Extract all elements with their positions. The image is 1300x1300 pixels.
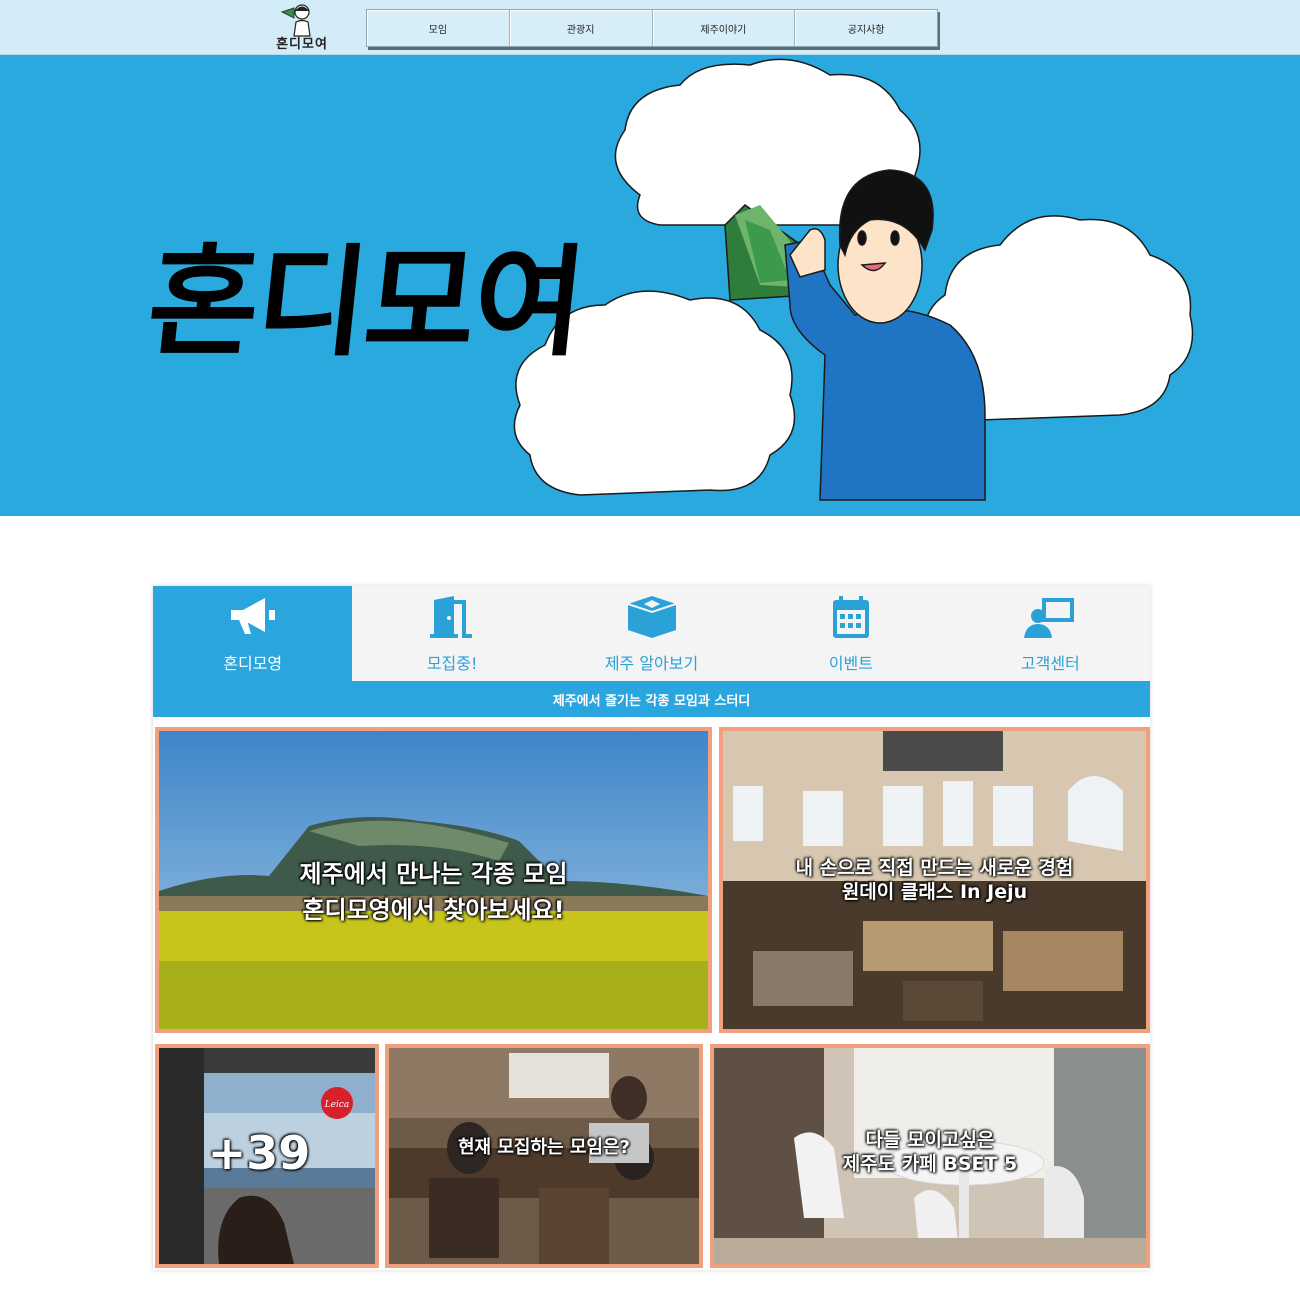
top-bar: 혼디모여 모임 관광지 제주이야기 공지사항 bbox=[0, 0, 1300, 55]
main-nav: 모임 관광지 제주이야기 공지사항 bbox=[366, 9, 938, 47]
category-tabs: 혼디모영 모집중! 제주 알아보기 이벤트 고객센터 bbox=[153, 586, 1150, 681]
card-caption: 내 손으로 직접 만드는 새로운 경험 bbox=[795, 857, 1074, 879]
tab-hondi-moyeong[interactable]: 혼디모영 bbox=[153, 586, 353, 681]
tab-label: 이벤트 bbox=[828, 654, 873, 673]
card-oneday-class[interactable]: 내 손으로 직접 만드는 새로운 경험 원데이 클래스 In Jeju bbox=[719, 727, 1150, 1033]
logo[interactable]: 혼디모여 bbox=[270, 2, 332, 52]
box-icon bbox=[627, 596, 676, 638]
card-jeju-cafe[interactable]: 다들 모이고싶은 제주도 카페 BSET 5 bbox=[710, 1044, 1150, 1268]
tab-explore-jeju[interactable]: 제주 알아보기 bbox=[552, 586, 751, 681]
hero-title: 혼디모여 bbox=[141, 232, 590, 373]
calendar-icon bbox=[832, 596, 869, 638]
nav-item-attractions[interactable]: 관광지 bbox=[510, 10, 653, 46]
logo-text: 혼디모여 bbox=[276, 37, 328, 52]
tab-label: 혼디모영 bbox=[223, 654, 283, 673]
card-caption: 현재 모집하는 모임은? bbox=[457, 1137, 630, 1158]
nav-item-meetings[interactable]: 모임 bbox=[367, 10, 510, 46]
nav-item-notices[interactable]: 공지사항 bbox=[795, 10, 937, 46]
card-caption: 다들 모이고싶은 bbox=[865, 1129, 995, 1151]
card-jeju-meetings[interactable]: 제주에서 만나는 각종 모임 혼디모영에서 찾아보세요! bbox=[155, 727, 712, 1033]
card-caption: 제주에서 만나는 각종 모임 bbox=[299, 860, 568, 888]
leica-logo: Leica bbox=[324, 1100, 350, 1110]
tab-customer-center[interactable]: 고객센터 bbox=[951, 586, 1150, 681]
tab-label: 모집중! bbox=[426, 654, 478, 673]
megaphone-icon bbox=[230, 598, 275, 634]
tab-label: 제주 알아보기 bbox=[604, 654, 699, 673]
tab-label: 고객센터 bbox=[1020, 654, 1080, 673]
support-icon bbox=[1024, 598, 1075, 638]
tab-events[interactable]: 이벤트 bbox=[751, 586, 950, 681]
nav-item-jeju-stories[interactable]: 제주이야기 bbox=[653, 10, 796, 46]
card-more-photos[interactable]: Leica +39 bbox=[155, 1044, 379, 1268]
door-icon bbox=[430, 596, 473, 638]
section-subtitle: 제주에서 즐기는 각종 모임과 스터디 bbox=[153, 681, 1150, 717]
card-caption: 혼디모영에서 찾아보세요! bbox=[302, 896, 565, 924]
photo-count: +39 bbox=[207, 1126, 311, 1180]
hero-banner: 혼디모여 bbox=[0, 55, 1300, 516]
content-section: 혼디모영 모집중! 제주 알아보기 이벤트 고객센터 제주에서 즐기는 각종 모… bbox=[153, 586, 1150, 1270]
card-caption: 원데이 클래스 In Jeju bbox=[841, 881, 1028, 903]
card-caption: 제주도 카페 BSET 5 bbox=[842, 1153, 1018, 1175]
tab-recruiting[interactable]: 모집중! bbox=[352, 586, 551, 681]
card-recruiting-now[interactable]: 현재 모집하는 모임은? bbox=[385, 1044, 703, 1268]
